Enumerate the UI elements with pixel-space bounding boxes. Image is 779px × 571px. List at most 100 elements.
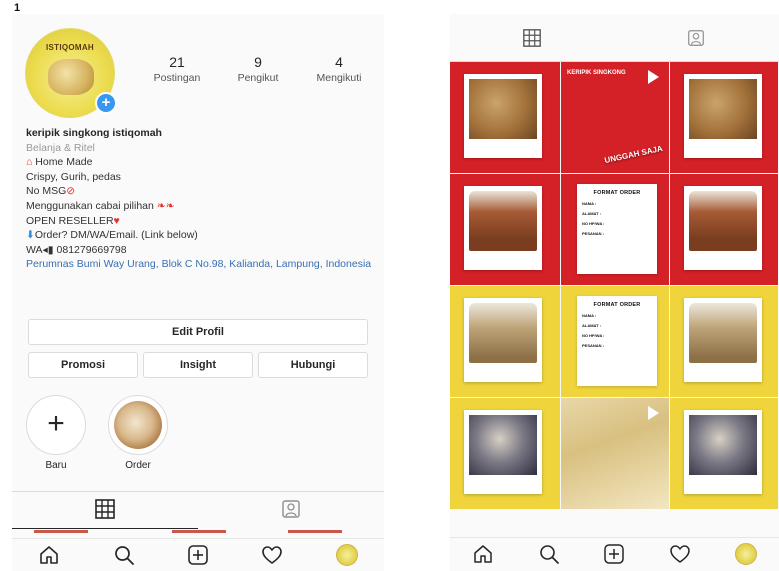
edit-profile-button[interactable]: Edit Profil bbox=[28, 319, 368, 345]
grid-post[interactable] bbox=[450, 286, 561, 398]
grid-post[interactable] bbox=[561, 398, 670, 510]
heart-icon bbox=[262, 545, 283, 564]
order-form-field: NO HP/WA : bbox=[582, 221, 605, 226]
highlight-order[interactable]: Order bbox=[106, 395, 170, 471]
search-icon bbox=[539, 544, 559, 564]
grid-post[interactable] bbox=[670, 62, 779, 174]
nav-profile[interactable] bbox=[332, 540, 362, 570]
down-arrow-icon: ⬇ bbox=[26, 229, 35, 242]
order-form-field: PESANAN : bbox=[582, 231, 605, 236]
grid-post[interactable] bbox=[670, 398, 779, 510]
tab-grid[interactable] bbox=[12, 498, 198, 525]
order-form-title: FORMAT ORDER bbox=[593, 302, 641, 308]
tab-grid[interactable] bbox=[450, 28, 614, 53]
stat-followers[interactable]: 9 Pengikut bbox=[221, 54, 295, 84]
nav-add[interactable] bbox=[599, 539, 629, 569]
stat-posts[interactable]: 21 Postingan bbox=[140, 54, 214, 84]
bottom-nav bbox=[450, 537, 779, 569]
product-card bbox=[684, 298, 762, 382]
bio-line-cabai: Menggunakan cabai pilihan ❧❧ bbox=[26, 199, 376, 214]
nav-home[interactable] bbox=[468, 539, 498, 569]
grid-post[interactable] bbox=[670, 286, 779, 398]
grid-preview-strip bbox=[34, 530, 88, 533]
grid-post[interactable] bbox=[450, 174, 561, 286]
nav-add[interactable] bbox=[183, 540, 213, 570]
profile-category: Belanja & Ritel bbox=[26, 141, 95, 154]
profile-grid-screen: KERIPIK SINGKONG UNGGAH SAJA FORMAT ORDER N… bbox=[450, 14, 779, 571]
profile-stats: 21 Postingan 9 Pengikut 4 Mengikuti bbox=[140, 54, 376, 84]
grid-post[interactable] bbox=[450, 398, 561, 510]
stat-following-value: 4 bbox=[335, 54, 343, 70]
stat-following-label: Mengikuti bbox=[316, 72, 362, 84]
grid-post[interactable]: FORMAT ORDER NAMA : ALAMAT : NO HP/WA : PESA… bbox=[561, 286, 670, 398]
product-image bbox=[469, 415, 537, 475]
bio-line-nomsg: No MSG⊘ bbox=[26, 184, 376, 199]
stat-following[interactable]: 4 Mengikuti bbox=[302, 54, 376, 84]
tab-tagged[interactable] bbox=[198, 498, 384, 525]
insights-button[interactable]: Insight bbox=[143, 352, 253, 378]
add-post-icon bbox=[604, 543, 625, 564]
profile-avatar-icon bbox=[335, 543, 358, 566]
product-image bbox=[689, 303, 757, 363]
grid-post[interactable] bbox=[450, 62, 561, 174]
bio-line-6-text: Order? DM/WA/Email. (Link below) bbox=[34, 229, 198, 242]
highlight-new[interactable]: + Baru bbox=[24, 395, 88, 471]
house-icon: ⌂ bbox=[26, 156, 33, 169]
grid-preview-strip bbox=[288, 530, 342, 533]
add-post-icon bbox=[188, 544, 208, 565]
promotions-button[interactable]: Promosi bbox=[28, 352, 138, 378]
video-tag: UNGGAH SAJA bbox=[603, 143, 664, 166]
product-card bbox=[464, 410, 542, 494]
profile-screen: ISTIQOMAH + 21 Postingan 9 Pengikut 4 Me… bbox=[12, 14, 384, 571]
chili-icon: ❧❧ bbox=[156, 199, 175, 212]
contact-button[interactable]: Hubungi bbox=[258, 352, 368, 378]
nav-search[interactable] bbox=[109, 540, 139, 570]
product-image bbox=[469, 191, 537, 251]
highlight-order-thumbnail bbox=[114, 401, 162, 449]
heart-emoji-icon: ♥ bbox=[113, 214, 120, 227]
add-story-icon[interactable]: + bbox=[95, 92, 117, 114]
order-form-field: ALAMAT : bbox=[582, 211, 602, 216]
grid-post[interactable] bbox=[670, 174, 779, 286]
profile-location-link[interactable]: Perumnas Bumi Way Urang, Blok C No.98, K… bbox=[26, 257, 376, 272]
home-icon bbox=[40, 545, 58, 564]
order-form-field: PESANAN : bbox=[582, 343, 605, 348]
bio-line-5-text: OPEN RESELLER bbox=[26, 214, 114, 227]
active-tab-indicator bbox=[12, 528, 198, 529]
plus-icon: + bbox=[47, 407, 65, 440]
stat-posts-label: Postingan bbox=[153, 72, 201, 84]
nav-home[interactable] bbox=[34, 540, 64, 570]
order-form-field: ALAMAT : bbox=[582, 323, 602, 328]
page-marker: 1 bbox=[14, 2, 21, 14]
prohibited-icon: ⊘ bbox=[66, 185, 76, 198]
product-image bbox=[469, 79, 537, 139]
tab-tagged[interactable] bbox=[614, 28, 778, 53]
profile-bio: keripik singkong istiqomah Belanja & Rit… bbox=[26, 126, 376, 272]
stat-followers-value: 9 bbox=[254, 54, 262, 70]
avatar-brand-text: ISTIQOMAH bbox=[45, 43, 95, 52]
highlight-order-label: Order bbox=[125, 460, 151, 471]
bottom-nav bbox=[12, 538, 384, 570]
grid-icon bbox=[523, 29, 541, 47]
order-form-field: NO HP/WA : bbox=[582, 333, 605, 338]
bio-line-reseller: OPEN RESELLER♥ bbox=[26, 214, 376, 229]
order-form-field: NAMA : bbox=[582, 201, 597, 206]
product-card bbox=[464, 298, 542, 382]
bio-line-2: Crispy, Gurih, pedas bbox=[26, 170, 121, 183]
order-form-title: FORMAT ORDER bbox=[593, 190, 641, 196]
grid-post[interactable]: FORMAT ORDER NAMA : ALAMAT : NO HP/WA : PESA… bbox=[561, 174, 670, 286]
heart-icon bbox=[670, 544, 691, 563]
profile-avatar-icon bbox=[735, 542, 758, 565]
product-image bbox=[689, 79, 757, 139]
nav-profile[interactable] bbox=[731, 539, 761, 569]
video-title: KERIPIK SINGKONG bbox=[567, 70, 626, 76]
nav-search[interactable] bbox=[534, 539, 564, 569]
grid-post[interactable]: KERIPIK SINGKONG UNGGAH SAJA bbox=[561, 62, 670, 174]
nav-activity[interactable] bbox=[257, 540, 287, 570]
highlight-new-circle: + bbox=[26, 395, 86, 455]
post-grid: KERIPIK SINGKONG UNGGAH SAJA FORMAT ORDER N… bbox=[450, 62, 779, 510]
profile-avatar[interactable]: ISTIQOMAH + bbox=[25, 28, 117, 118]
bio-line-4-text: Menggunakan cabai pilihan bbox=[26, 199, 154, 212]
nav-activity[interactable] bbox=[665, 539, 695, 569]
product-card bbox=[684, 186, 762, 270]
